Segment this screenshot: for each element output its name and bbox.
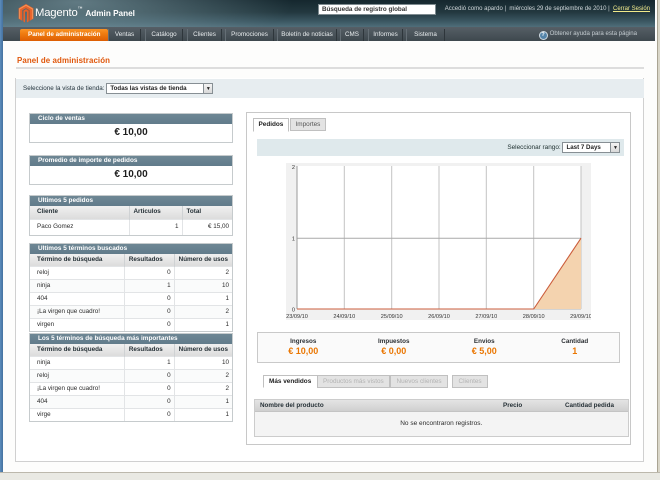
svg-text:28/09/10: 28/09/10 xyxy=(523,314,545,320)
svg-text:0: 0 xyxy=(292,308,295,314)
svg-text:24/09/10: 24/09/10 xyxy=(333,314,355,320)
svg-text:27/09/10: 27/09/10 xyxy=(475,314,497,320)
svg-text:2: 2 xyxy=(292,165,295,171)
svg-text:23/09/10: 23/09/10 xyxy=(286,314,308,320)
svg-text:29/09/10: 29/09/10 xyxy=(570,314,591,320)
svg-text:26/09/10: 26/09/10 xyxy=(428,314,450,320)
svg-text:1: 1 xyxy=(292,237,295,243)
svg-text:25/09/10: 25/09/10 xyxy=(381,314,403,320)
